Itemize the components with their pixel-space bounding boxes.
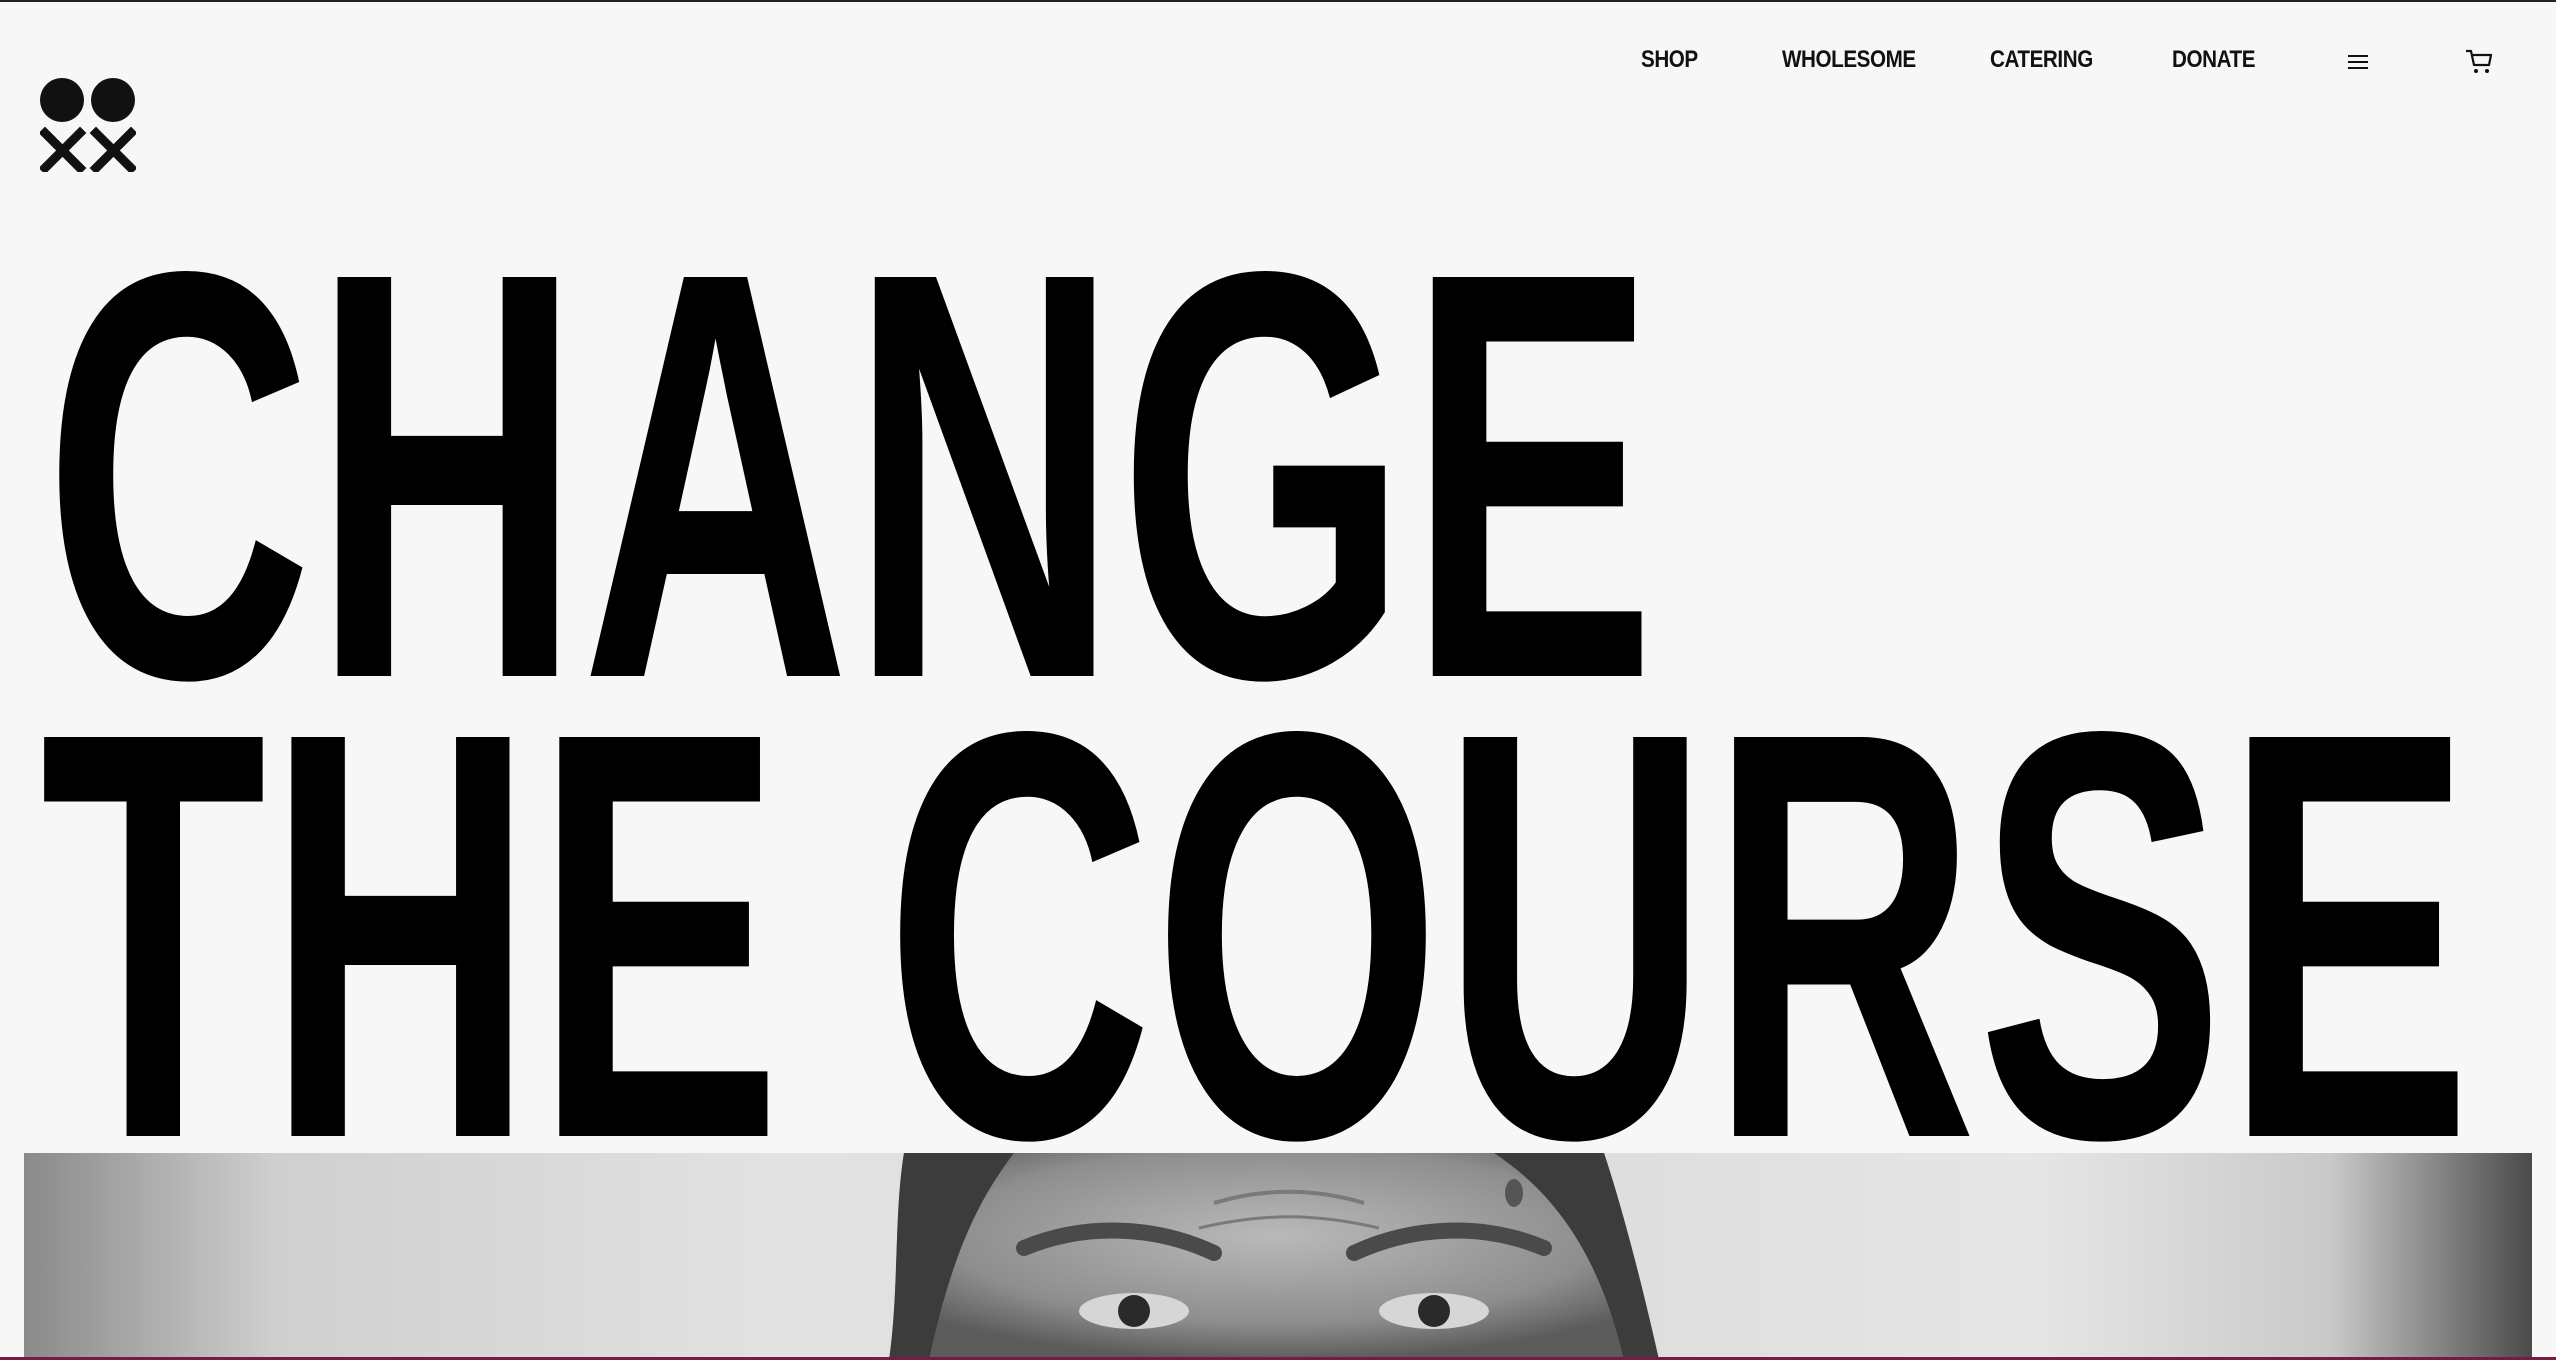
hero-headline: CHANGE THE COURSE [40, 151, 2472, 1150]
hero-portrait-photo [24, 1153, 2532, 1360]
hero-line-2: THE COURSE [40, 611, 2472, 1150]
portrait-face-illustration [889, 1153, 1659, 1360]
